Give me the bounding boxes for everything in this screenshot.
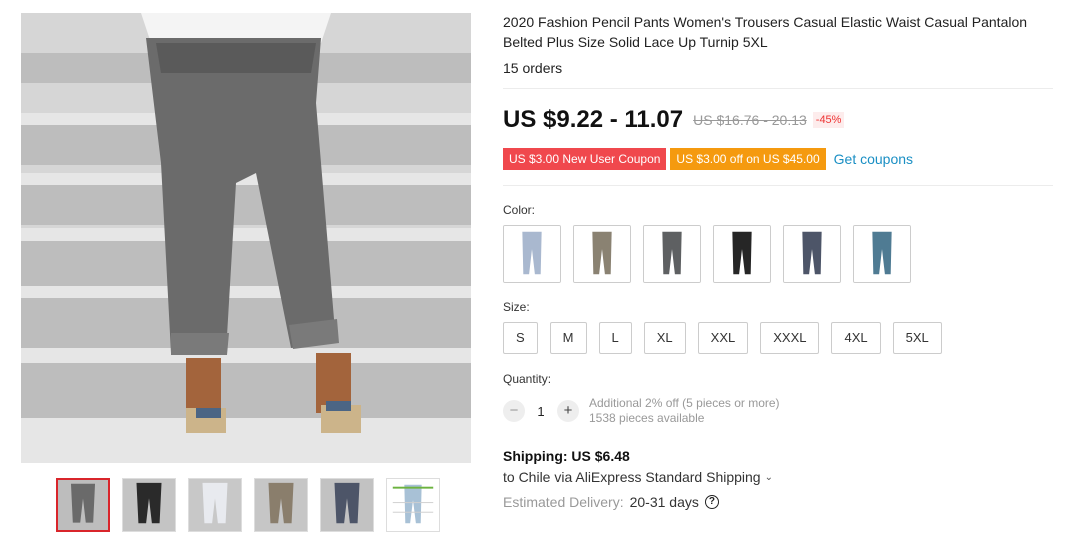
eta-days: 20-31 days — [629, 494, 699, 510]
size-option-xxl[interactable]: XXL — [697, 322, 749, 354]
store-coupon[interactable]: US $3.00 off on US $45.00 — [670, 148, 826, 170]
eta-label: Estimated Delivery: — [503, 494, 624, 510]
current-price: US $9.22 - 11.07 — [503, 106, 684, 133]
size-option-5xl[interactable]: 5XL — [892, 322, 942, 354]
color-swatch-light-blue[interactable] — [503, 225, 561, 283]
shipping-destination-text[interactable]: to Chile via AliExpress Standard Shippin… — [503, 469, 761, 485]
original-price: US $16.76 - 20.13 — [693, 112, 807, 128]
quantity-increase-button[interactable]: + — [557, 400, 579, 422]
color-swatch-navy[interactable] — [783, 225, 841, 283]
color-swatch-gray[interactable] — [643, 225, 701, 283]
thumbnail-strip — [56, 478, 440, 532]
thumbnail-navy[interactable] — [320, 478, 374, 532]
thumbnail-size-chart[interactable] — [386, 478, 440, 532]
thumbnail-light-blue[interactable] — [188, 478, 242, 532]
color-swatch-black[interactable] — [713, 225, 771, 283]
shipping-cost: Shipping: US $6.48 — [503, 448, 630, 464]
quantity-input[interactable]: 1 — [525, 404, 557, 419]
bulk-discount-note: Additional 2% off (5 pieces or more) — [589, 396, 780, 410]
color-swatch-teal-blue[interactable] — [853, 225, 911, 283]
size-options: S M L XL XXL XXXL 4XL 5XL — [503, 322, 942, 354]
size-option-s[interactable]: S — [503, 322, 538, 354]
quantity-decrease-button[interactable]: − — [503, 400, 525, 422]
order-count: 15 orders — [503, 60, 563, 76]
new-user-coupon[interactable]: US $3.00 New User Coupon — [503, 148, 667, 170]
quantity-note: Additional 2% off (5 pieces or more) 153… — [589, 396, 780, 426]
product-info: 2020 Fashion Pencil Pants Women's Trouse… — [503, 12, 1055, 76]
size-option-l[interactable]: L — [598, 322, 632, 354]
coupon-row: US $3.00 New User Coupon US $3.00 off on… — [503, 148, 913, 170]
thumbnail-khaki[interactable] — [254, 478, 308, 532]
product-title: 2020 Fashion Pencil Pants Women's Trouse… — [503, 14, 1028, 50]
size-option-m[interactable]: M — [549, 322, 587, 354]
size-option-xl[interactable]: XL — [643, 322, 686, 354]
get-coupons-link[interactable]: Get coupons — [834, 151, 913, 167]
chevron-down-icon[interactable]: ⌄ — [765, 472, 773, 483]
divider — [503, 88, 1053, 89]
divider — [503, 185, 1053, 186]
thumbnail-black[interactable] — [122, 478, 176, 532]
quantity-stepper: − 1 + Additional 2% off (5 pieces or mor… — [503, 396, 780, 426]
estimated-delivery: Estimated Delivery: 20-31 days ? — [503, 494, 719, 510]
size-option-xxxl[interactable]: XXXL — [760, 322, 820, 354]
size-label: Size: — [503, 300, 530, 314]
help-icon[interactable]: ? — [704, 495, 719, 509]
color-swatch-khaki[interactable] — [573, 225, 631, 283]
discount-badge: -45% — [812, 112, 845, 128]
price-row: US $9.22 - 11.07 US $16.76 - 20.13 -45% — [503, 106, 845, 134]
thumbnail-gray[interactable] — [56, 478, 110, 532]
color-swatches — [503, 225, 911, 283]
quantity-label: Quantity: — [503, 372, 552, 386]
stock-available: 1538 pieces available — [589, 411, 705, 425]
color-label: Color: — [503, 203, 536, 217]
main-product-image[interactable] — [21, 13, 471, 463]
shipping-destination[interactable]: to Chile via AliExpress Standard Shippin… — [503, 469, 773, 485]
size-option-4xl[interactable]: 4XL — [831, 322, 881, 354]
